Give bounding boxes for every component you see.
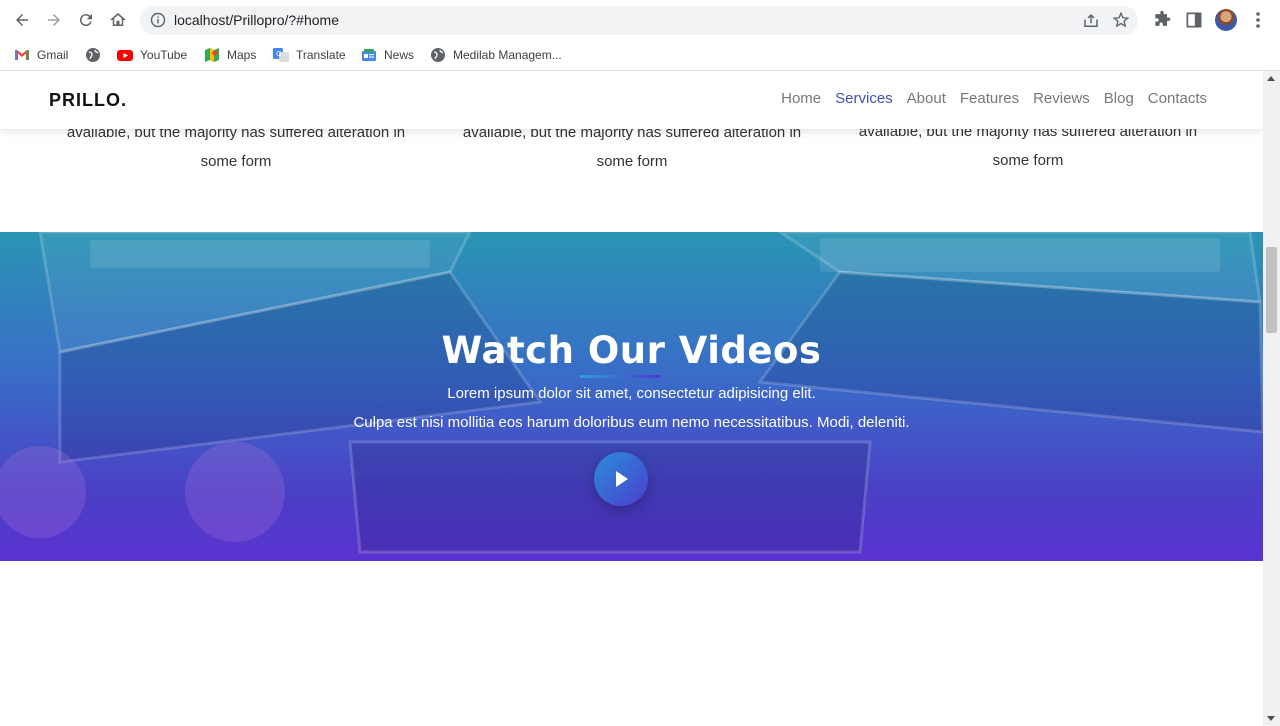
extensions-icon[interactable]: [1152, 10, 1172, 30]
nav-blog[interactable]: Blog: [1104, 90, 1134, 107]
youtube-icon: [117, 47, 133, 63]
forward-arrow-icon: [48, 14, 60, 26]
news-icon: [361, 47, 377, 63]
site-logo[interactable]: PRILLO.: [49, 90, 127, 111]
scroll-up-arrow-icon[interactable]: [1267, 76, 1275, 81]
bookmark-translate[interactable]: G Translate: [273, 44, 346, 66]
page-viewport: available, but the majority has suffered…: [0, 71, 1263, 726]
nav-reviews[interactable]: Reviews: [1033, 90, 1090, 107]
gmail-icon: [14, 47, 30, 63]
bookmark-star-icon[interactable]: [1112, 11, 1130, 29]
bookmark-label: Medilab Managem...: [453, 48, 562, 62]
bookmark-gmail[interactable]: Gmail: [14, 44, 68, 66]
video-subtitle-line-1: Lorem ipsum dolor sit amet, consectetur …: [447, 385, 816, 402]
info-icon[interactable]: [150, 12, 166, 28]
share-icon[interactable]: [1082, 12, 1100, 30]
address-bar[interactable]: localhost/Prillopro/?#home: [140, 6, 1138, 35]
translate-icon: G: [273, 47, 289, 63]
home-button[interactable]: [106, 8, 130, 32]
site-header: PRILLO. Home Services About Features Rev…: [0, 71, 1263, 129]
scrollbar-thumb[interactable]: [1266, 247, 1277, 333]
bookmark-label: Translate: [296, 48, 346, 62]
bookmark-news[interactable]: News: [361, 44, 414, 66]
service-text-line: some form: [200, 153, 272, 170]
nav-features[interactable]: Features: [960, 90, 1019, 107]
bookmark-youtube[interactable]: YouTube: [117, 44, 187, 66]
globe-icon: [430, 47, 446, 63]
url-text[interactable]: localhost/Prillopro/?#home: [174, 12, 339, 28]
bookmarks-bar: Gmail YouTube Maps G Translate News Medi…: [0, 40, 1280, 71]
forward-button[interactable]: [42, 8, 66, 32]
bookmark-maps[interactable]: Maps: [204, 44, 256, 66]
home-icon: [110, 13, 126, 26]
browser-toolbar: localhost/Prillopro/?#home: [0, 0, 1280, 40]
bookmark-label: YouTube: [140, 48, 188, 62]
main-nav: Home Services About Features Reviews Blo…: [781, 90, 1207, 107]
nav-services[interactable]: Services: [835, 90, 893, 107]
bookmark-label: Maps: [227, 48, 257, 62]
reload-button[interactable]: [74, 8, 98, 32]
back-arrow-icon: [16, 14, 28, 26]
video-section: Watch Our Videos Lorem ipsum dolor sit a…: [0, 232, 1263, 561]
service-text-line: some form: [596, 153, 668, 170]
nav-contacts[interactable]: Contacts: [1148, 90, 1207, 107]
globe-icon: [85, 47, 101, 63]
scroll-down-arrow-icon[interactable]: [1267, 716, 1275, 721]
profile-avatar[interactable]: [1215, 9, 1237, 31]
back-button[interactable]: [10, 8, 34, 32]
page-scrollbar[interactable]: [1263, 71, 1280, 726]
more-menu-icon[interactable]: [1250, 10, 1266, 30]
bookmark-label: News: [384, 48, 415, 62]
play-icon: [616, 471, 628, 487]
play-video-button[interactable]: [594, 452, 648, 506]
nav-home[interactable]: Home: [781, 90, 821, 107]
nav-about[interactable]: About: [907, 90, 946, 107]
service-text-line: some form: [992, 152, 1064, 169]
video-section-title: Watch Our Videos: [441, 329, 822, 372]
bookmark-globe[interactable]: [85, 44, 108, 66]
video-subtitle-line-2: Culpa est nisi mollitia eos harum dolori…: [353, 414, 910, 431]
svg-text:G: G: [276, 50, 281, 58]
maps-icon: [204, 47, 220, 63]
reload-icon: [79, 14, 92, 27]
side-panel-icon[interactable]: [1184, 10, 1204, 30]
bookmark-medilab[interactable]: Medilab Managem...: [430, 44, 562, 66]
bookmark-label: Gmail: [37, 48, 69, 62]
title-underline: [580, 375, 660, 378]
